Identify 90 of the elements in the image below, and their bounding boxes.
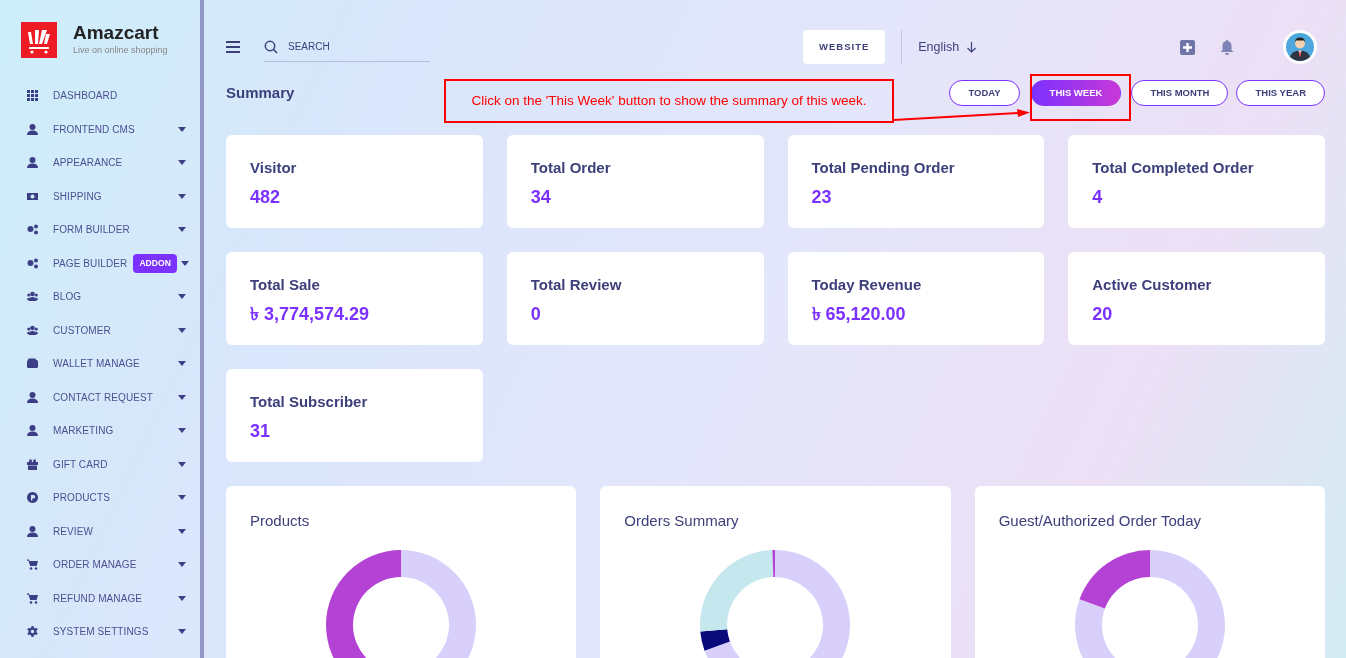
- stat-value: 34: [530, 185, 552, 209]
- wallet-icon: [27, 358, 38, 370]
- annotation-callout: Click on the 'This Week' button to show the summary of this week.: [444, 79, 894, 123]
- sidebar-label: DASHBOARD: [53, 89, 118, 104]
- sidebar-item[interactable]: SYSTEM SETTINGS: [0, 615, 200, 649]
- menu-icon[interactable]: [226, 41, 240, 53]
- gears-icon: [27, 224, 38, 236]
- addon-badge: ADDON: [133, 253, 178, 273]
- sidebar-item[interactable]: FRONTEND CMS: [0, 112, 200, 146]
- sidebar-item[interactable]: GIFT CARD: [0, 447, 200, 481]
- stat-label: Today Revenue: [811, 275, 923, 295]
- sidebar-label: PRODUCTS: [53, 491, 110, 506]
- add-icon[interactable]: [1180, 39, 1195, 55]
- sidebar-label: PAGE BUILDER: [53, 256, 128, 271]
- stat-value: 23: [811, 185, 833, 209]
- user-icon: [27, 391, 38, 403]
- sidebar-item[interactable]: PRODUCTS: [0, 481, 200, 515]
- logo-icon[interactable]: [21, 22, 57, 58]
- chart-title: Guest/Authorized Order Today: [998, 511, 1202, 531]
- stat-value: 482: [250, 185, 282, 209]
- period-tab[interactable]: THIS MONTH: [1131, 80, 1229, 106]
- sidebar-item[interactable]: REVIEW: [0, 514, 200, 548]
- sidebar-item[interactable]: MARKETING: [0, 414, 200, 448]
- sidebar-item[interactable]: WALLET MANAGE: [0, 347, 200, 381]
- chart-title: Orders Summary: [624, 511, 740, 531]
- users-icon: [27, 291, 38, 303]
- user-icon: [27, 157, 38, 169]
- chart-title: Products: [250, 511, 311, 531]
- avatar[interactable]: [1283, 30, 1317, 64]
- stat-value: ৳ 3,774,574.29: [250, 302, 371, 326]
- sidebar-item[interactable]: ORDER MANAGE: [0, 548, 200, 582]
- gear-icon: [27, 626, 38, 638]
- stat-label: Total Sale: [250, 275, 321, 295]
- stat-value: ৳ 65,120.00: [811, 302, 907, 326]
- sidebar-item[interactable]: CONTACT REQUEST: [0, 380, 200, 414]
- user-icon: [27, 525, 38, 537]
- stat-value: 20: [1092, 302, 1114, 326]
- sidebar-label: REVIEW: [53, 524, 94, 539]
- language-selector[interactable]: English: [901, 29, 993, 65]
- gears-icon: [27, 257, 38, 269]
- stat-label: Total Order: [530, 158, 612, 178]
- sidebar-label: BLOG: [53, 290, 82, 305]
- stat-value: 0: [530, 302, 542, 326]
- sidebar-item[interactable]: SHIPPING: [0, 179, 200, 213]
- stat-value: 4: [1092, 185, 1104, 209]
- website-button[interactable]: WEBSITE: [803, 29, 886, 65]
- sidebar-item[interactable]: PAGE BUILDER ADDON: [0, 246, 200, 280]
- sidebar-item[interactable]: REFUND MANAGE: [0, 581, 200, 615]
- sidebar-label: CUSTOMER: [53, 323, 111, 338]
- sidebar-label: REFUND MANAGE: [53, 591, 143, 606]
- sidebar-item[interactable]: BLOG: [0, 280, 200, 314]
- cart-icon: [27, 592, 38, 604]
- sidebar-item[interactable]: FORM BUILDER: [0, 213, 200, 247]
- period-tab[interactable]: THIS WEEK: [1030, 80, 1122, 106]
- brand-tagline: Live on online shopping: [73, 43, 168, 57]
- sidebar-label: MARKETING: [53, 424, 114, 439]
- sidebar-label: WALLET MANAGE: [53, 357, 140, 372]
- money-icon: [27, 190, 38, 202]
- sidebar-item[interactable]: APPEARANCE: [0, 146, 200, 180]
- sidebar-label: ORDER MANAGE: [53, 558, 137, 573]
- user-icon: [27, 425, 38, 437]
- sidebar-label: GIFT CARD: [53, 457, 108, 472]
- stat-value: 31: [250, 419, 272, 443]
- arrow-down-icon: [967, 41, 977, 53]
- stat-label: Total Completed Order: [1092, 158, 1255, 178]
- bell-icon[interactable]: [1219, 39, 1235, 55]
- sidebar-label: SHIPPING: [53, 189, 102, 204]
- period-tab[interactable]: THIS YEAR: [1236, 80, 1325, 106]
- sidebar-label: FORM BUILDER: [53, 223, 130, 238]
- gift-icon: [27, 458, 38, 470]
- user-icon: [27, 123, 38, 135]
- search-icon: [264, 39, 278, 54]
- period-tab[interactable]: TODAY: [949, 80, 1020, 106]
- sidebar-label: FRONTEND CMS: [53, 122, 135, 137]
- sidebar-label: SYSTEM SETTINGS: [53, 625, 149, 640]
- cart-icon: [27, 559, 38, 571]
- sidebar-item[interactable]: DASHBOARD: [0, 79, 200, 113]
- sidebar-item[interactable]: CUSTOMER: [0, 313, 200, 347]
- sidebar-label: APPEARANCE: [53, 156, 123, 171]
- search-field[interactable]: SEARCH: [286, 38, 416, 55]
- stat-label: Total Subscriber: [250, 392, 369, 412]
- users-icon: [27, 324, 38, 336]
- brand-name: Amazcart: [73, 22, 160, 44]
- page-title: Summary: [226, 82, 295, 103]
- grid-icon: [27, 90, 38, 102]
- stat-label: Visitor: [250, 158, 298, 178]
- stat-label: Total Pending Order: [811, 158, 956, 178]
- stat-label: Total Review: [530, 275, 623, 295]
- stat-label: Active Customer: [1092, 275, 1213, 295]
- sidebar-label: CONTACT REQUEST: [53, 390, 154, 405]
